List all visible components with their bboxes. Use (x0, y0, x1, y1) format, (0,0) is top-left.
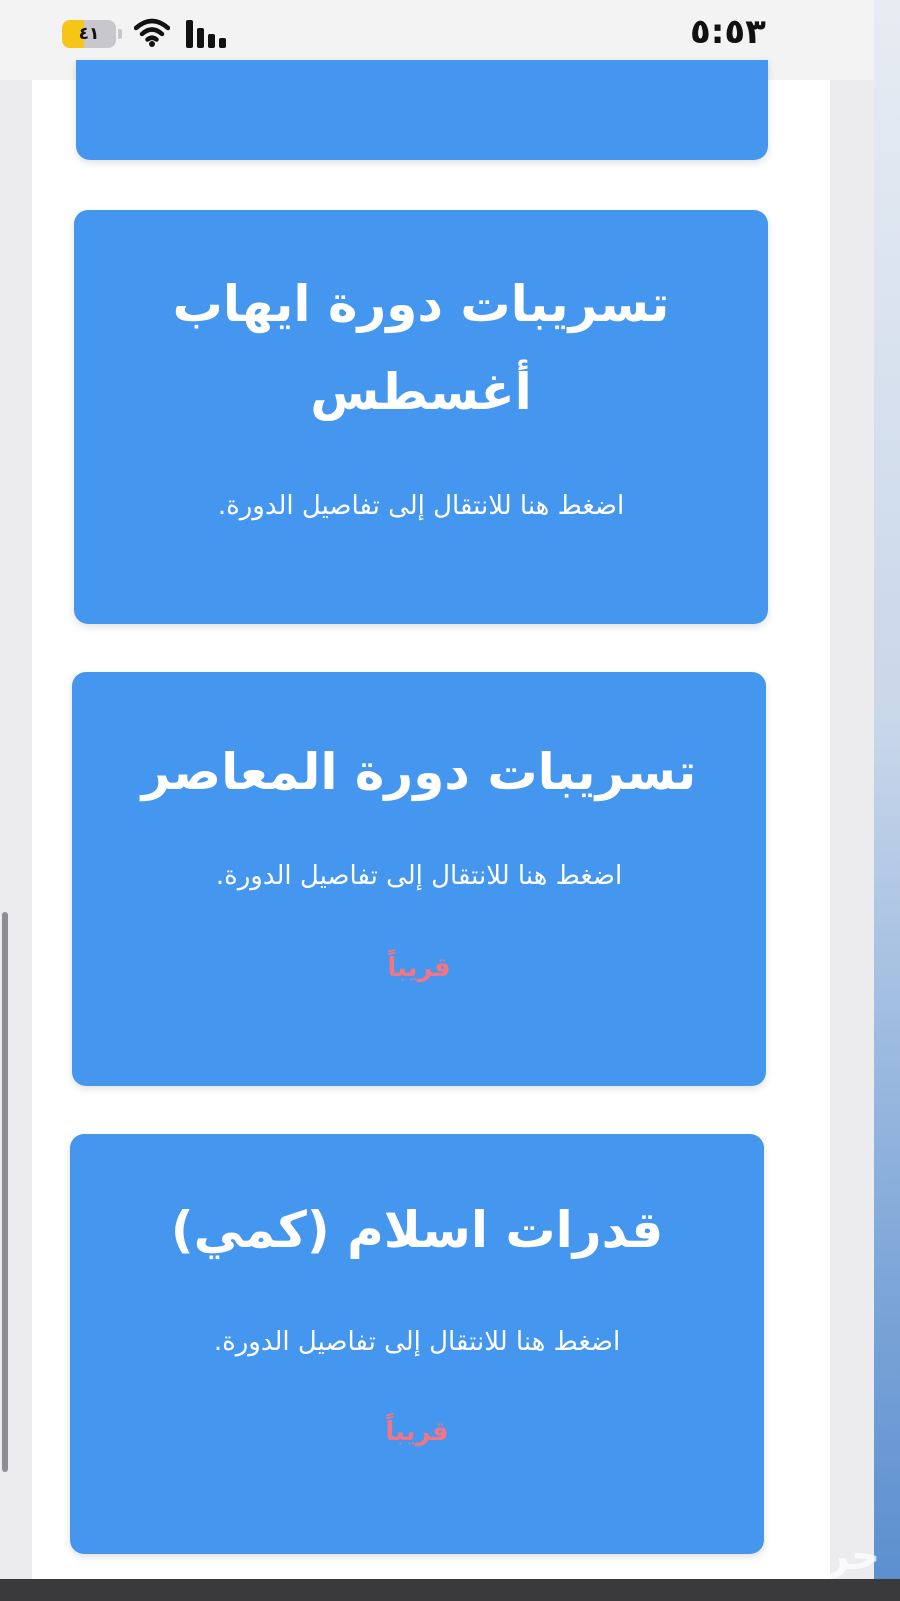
course-list[interactable]: تسريبات دورة ايهاب أغسطس اضغط هنا للانتق… (32, 60, 830, 1601)
course-title: تسريبات دورة ايهاب أغسطس (172, 275, 670, 421)
signal-icon (186, 20, 226, 48)
course-details-link[interactable]: اضغط هنا للانتقال إلى تفاصيل الدورة. (94, 486, 748, 526)
course-card[interactable] (76, 60, 768, 160)
course-card[interactable]: تسريبات دورة المعاصر اضغط هنا للانتقال إ… (72, 672, 766, 1086)
course-title: تسريبات دورة المعاصر (141, 743, 697, 801)
bottom-bar (0, 1579, 900, 1601)
battery-tip (118, 29, 122, 39)
coming-soon-badge: قريباً (387, 953, 451, 983)
course-details-link[interactable]: اضغط هنا للانتقال إلى تفاصيل الدورة. (92, 856, 746, 896)
screen: ٤١ ٥:٥٣ تسريبات دورة ايهاب أغسطس اضغط هن… (0, 0, 900, 1601)
course-card[interactable]: تسريبات دورة ايهاب أغسطس اضغط هنا للانتق… (74, 210, 768, 624)
course-card[interactable]: قدرات اسلام (كمي) اضغط هنا للانتقال إلى … (70, 1134, 764, 1554)
wifi-icon (134, 18, 170, 47)
watermark-logo: حراج (783, 1533, 880, 1579)
battery-icon: ٤١ (62, 20, 116, 48)
scroll-indicator[interactable] (2, 912, 8, 1472)
course-title: قدرات اسلام (كمي) (170, 1201, 664, 1259)
battery-level: ٤١ (78, 24, 100, 44)
status-time: ٥:٥٣ (690, 12, 766, 52)
course-details-link[interactable]: اضغط هنا للانتقال إلى تفاصيل الدورة. (90, 1322, 744, 1362)
background-app-edge (874, 0, 900, 1601)
coming-soon-badge: قريباً (385, 1417, 449, 1447)
